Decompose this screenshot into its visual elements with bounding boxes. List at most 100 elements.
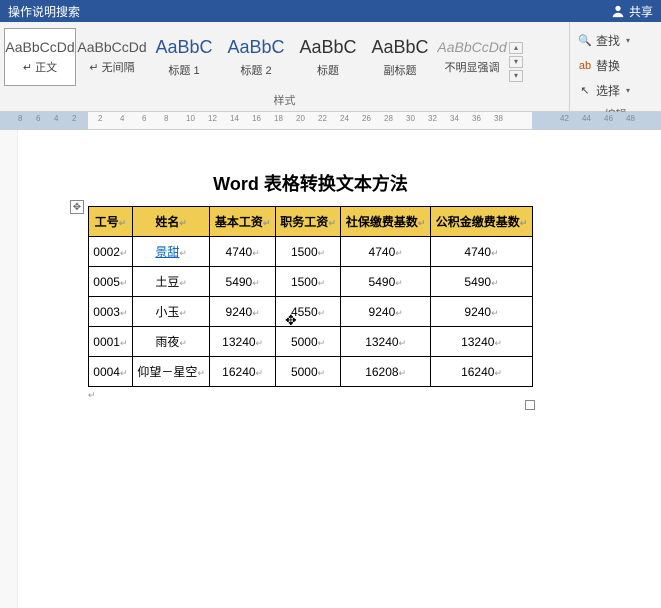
ruler-tick: 32: [428, 114, 437, 123]
table-cell[interactable]: 5490↵: [341, 267, 431, 297]
table-cell[interactable]: 4740↵: [210, 237, 275, 267]
ruler-tick: 22: [318, 114, 327, 123]
table-cell[interactable]: 16240↵: [210, 357, 275, 387]
table-cell[interactable]: 0001↵: [89, 327, 133, 357]
table-resize-handle[interactable]: [525, 400, 535, 410]
style-item-0[interactable]: AaBbCcDd↵ 正文: [4, 28, 76, 86]
replace-label: 替换: [596, 57, 620, 74]
table-header[interactable]: 工号↵: [89, 207, 133, 237]
ruler-tick: 16: [252, 114, 261, 123]
table-move-handle[interactable]: ✥: [70, 200, 84, 214]
style-item-3[interactable]: AaBbC标题 2: [220, 28, 292, 86]
table-cell[interactable]: 5490↵: [431, 267, 533, 297]
share-button[interactable]: 共享: [611, 3, 653, 20]
table-cell[interactable]: 5490↵: [210, 267, 275, 297]
table-header[interactable]: 职务工资↵: [275, 207, 340, 237]
vertical-ruler[interactable]: [0, 130, 18, 608]
ruler-tick: 4: [54, 114, 58, 123]
table-cell[interactable]: 16208↵: [341, 357, 431, 387]
ruler-tick: 42: [560, 114, 569, 123]
share-label: 共享: [629, 3, 653, 20]
paragraph-mark: ↵: [88, 390, 96, 400]
table-row[interactable]: 0002↵景甜↵4740↵1500↵4740↵4740↵: [89, 237, 533, 267]
gallery-more-button[interactable]: ▴▾▾: [508, 28, 524, 89]
page: Word 表格转换文本方法 工号↵姓名↵基本工资↵职务工资↵社保缴费基数↵公积金…: [88, 170, 533, 401]
cursor-icon: ↖: [578, 84, 592, 98]
table-cell[interactable]: 4550↵: [275, 297, 340, 327]
table-cell[interactable]: 土豆↵: [132, 267, 210, 297]
ruler-tick: 20: [296, 114, 305, 123]
style-preview: AaBbC: [227, 37, 284, 58]
table-cell[interactable]: 0002↵: [89, 237, 133, 267]
ruler-tick: 44: [582, 114, 591, 123]
table-cell[interactable]: 16240↵: [431, 357, 533, 387]
table-cell[interactable]: 4740↵: [341, 237, 431, 267]
style-label: 标题 1: [168, 62, 199, 78]
document-area[interactable]: ✥ Word 表格转换文本方法 工号↵姓名↵基本工资↵职务工资↵社保缴费基数↵公…: [0, 130, 661, 608]
table-cell[interactable]: 13240↵: [210, 327, 275, 357]
table-cell[interactable]: 1500↵: [275, 267, 340, 297]
table-row[interactable]: 0003↵小玉↵9240↵4550↵9240↵9240↵: [89, 297, 533, 327]
replace-button[interactable]: ab 替换: [570, 53, 661, 78]
table-row[interactable]: 0001↵雨夜↵13240↵5000↵13240↵13240↵: [89, 327, 533, 357]
ruler-tick: 24: [340, 114, 349, 123]
table-header[interactable]: 基本工资↵: [210, 207, 275, 237]
style-item-6[interactable]: AaBbCcDd 不明显强调: [436, 28, 508, 86]
table-cell[interactable]: 0003↵: [89, 297, 133, 327]
style-preview: AaBbC: [299, 37, 356, 58]
find-button[interactable]: 🔍 查找 ▾: [570, 28, 661, 53]
table-cell[interactable]: 景甜↵: [132, 237, 210, 267]
styles-gallery[interactable]: AaBbCcDd↵ 正文AaBbCcDd↵ 无间隔AaBbC标题 1AaBbC标…: [0, 22, 569, 89]
tell-me-search[interactable]: 操作说明搜索: [8, 3, 80, 20]
table-cell[interactable]: 9240↵: [431, 297, 533, 327]
horizontal-ruler[interactable]: 8642246810121416182022242628303234363842…: [0, 112, 661, 130]
titlebar: 操作说明搜索 共享: [0, 0, 661, 22]
name-link[interactable]: 景甜: [155, 245, 179, 259]
style-item-4[interactable]: AaBbC 标题: [292, 28, 364, 86]
ruler-tick: 28: [384, 114, 393, 123]
styles-group: AaBbCcDd↵ 正文AaBbCcDd↵ 无间隔AaBbC标题 1AaBbC标…: [0, 22, 569, 111]
ruler-tick: 2: [98, 114, 102, 123]
table-cell[interactable]: 4740↵: [431, 237, 533, 267]
table-cell[interactable]: 9240↵: [210, 297, 275, 327]
search-icon: 🔍: [578, 34, 592, 48]
table-cell[interactable]: 0005↵: [89, 267, 133, 297]
table-cell[interactable]: 5000↵: [275, 327, 340, 357]
document-title[interactable]: Word 表格转换文本方法: [88, 170, 533, 196]
style-label: 标题: [317, 62, 339, 78]
table-cell[interactable]: 13240↵: [341, 327, 431, 357]
person-icon: [611, 4, 625, 18]
table-cell[interactable]: 1500↵: [275, 237, 340, 267]
table-row[interactable]: 0004↵仰望－星空↵16240↵5000↵16208↵16240↵: [89, 357, 533, 387]
table-cell[interactable]: 13240↵: [431, 327, 533, 357]
style-label: ↵ 正文: [23, 59, 57, 75]
style-label: ↵ 无间隔: [89, 59, 134, 75]
table-cell[interactable]: 0004↵: [89, 357, 133, 387]
select-button[interactable]: ↖ 选择 ▾: [570, 78, 661, 103]
style-item-1[interactable]: AaBbCcDd↵ 无间隔: [76, 28, 148, 86]
replace-icon: ab: [578, 59, 592, 73]
data-table[interactable]: 工号↵姓名↵基本工资↵职务工资↵社保缴费基数↵公积金缴费基数↵ 0002↵景甜↵…: [88, 206, 533, 387]
table-header[interactable]: 公积金缴费基数↵: [431, 207, 533, 237]
ruler-tick: 4: [120, 114, 124, 123]
table-header[interactable]: 姓名↵: [132, 207, 210, 237]
ruler-tick: 26: [362, 114, 371, 123]
table-cell[interactable]: 仰望－星空↵: [132, 357, 210, 387]
ruler-tick: 14: [230, 114, 239, 123]
ruler-tick: 8: [164, 114, 168, 123]
chevron-down-icon: ▾: [626, 36, 630, 45]
find-label: 查找: [596, 32, 620, 49]
table-cell[interactable]: 9240↵: [341, 297, 431, 327]
table-cell[interactable]: 5000↵: [275, 357, 340, 387]
style-item-5[interactable]: AaBbC副标题: [364, 28, 436, 86]
style-preview: AaBbCcDd: [437, 39, 506, 55]
table-row[interactable]: 0005↵土豆↵5490↵1500↵5490↵5490↵: [89, 267, 533, 297]
style-item-2[interactable]: AaBbC标题 1: [148, 28, 220, 86]
ruler-tick: 46: [604, 114, 613, 123]
ruler-tick: 12: [208, 114, 217, 123]
table-cell[interactable]: 雨夜↵: [132, 327, 210, 357]
ruler-tick: 30: [406, 114, 415, 123]
style-label: 不明显强调: [445, 59, 500, 75]
table-header[interactable]: 社保缴费基数↵: [341, 207, 431, 237]
table-cell[interactable]: 小玉↵: [132, 297, 210, 327]
